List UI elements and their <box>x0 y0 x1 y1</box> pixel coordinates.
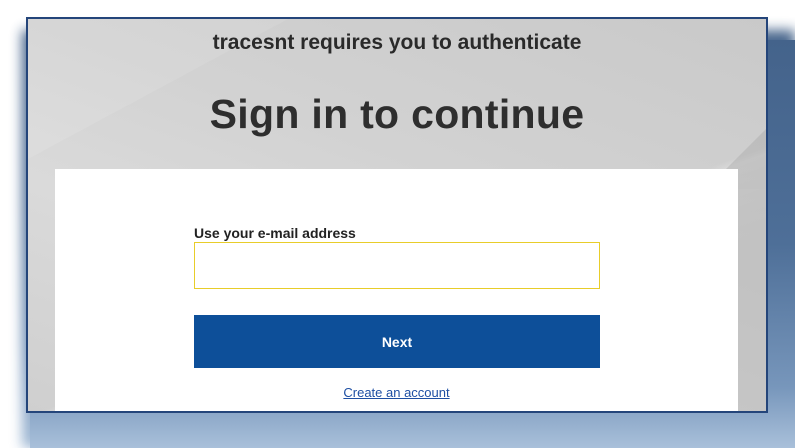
create-account-link[interactable]: Create an account <box>55 385 738 400</box>
next-button[interactable]: Next <box>194 315 600 368</box>
sign-in-card: Use your e-mail address Next Create an a… <box>55 169 738 411</box>
sign-in-window: tracesnt requires you to authenticate Si… <box>26 17 768 413</box>
screenshot-stage: tracesnt requires you to authenticate Si… <box>0 0 795 448</box>
authentication-notice: tracesnt requires you to authenticate <box>212 31 582 54</box>
page-title: Sign in to continue <box>209 91 585 137</box>
email-field[interactable] <box>194 242 600 289</box>
background-facet <box>736 189 766 411</box>
email-field-label: Use your e-mail address <box>194 225 356 241</box>
